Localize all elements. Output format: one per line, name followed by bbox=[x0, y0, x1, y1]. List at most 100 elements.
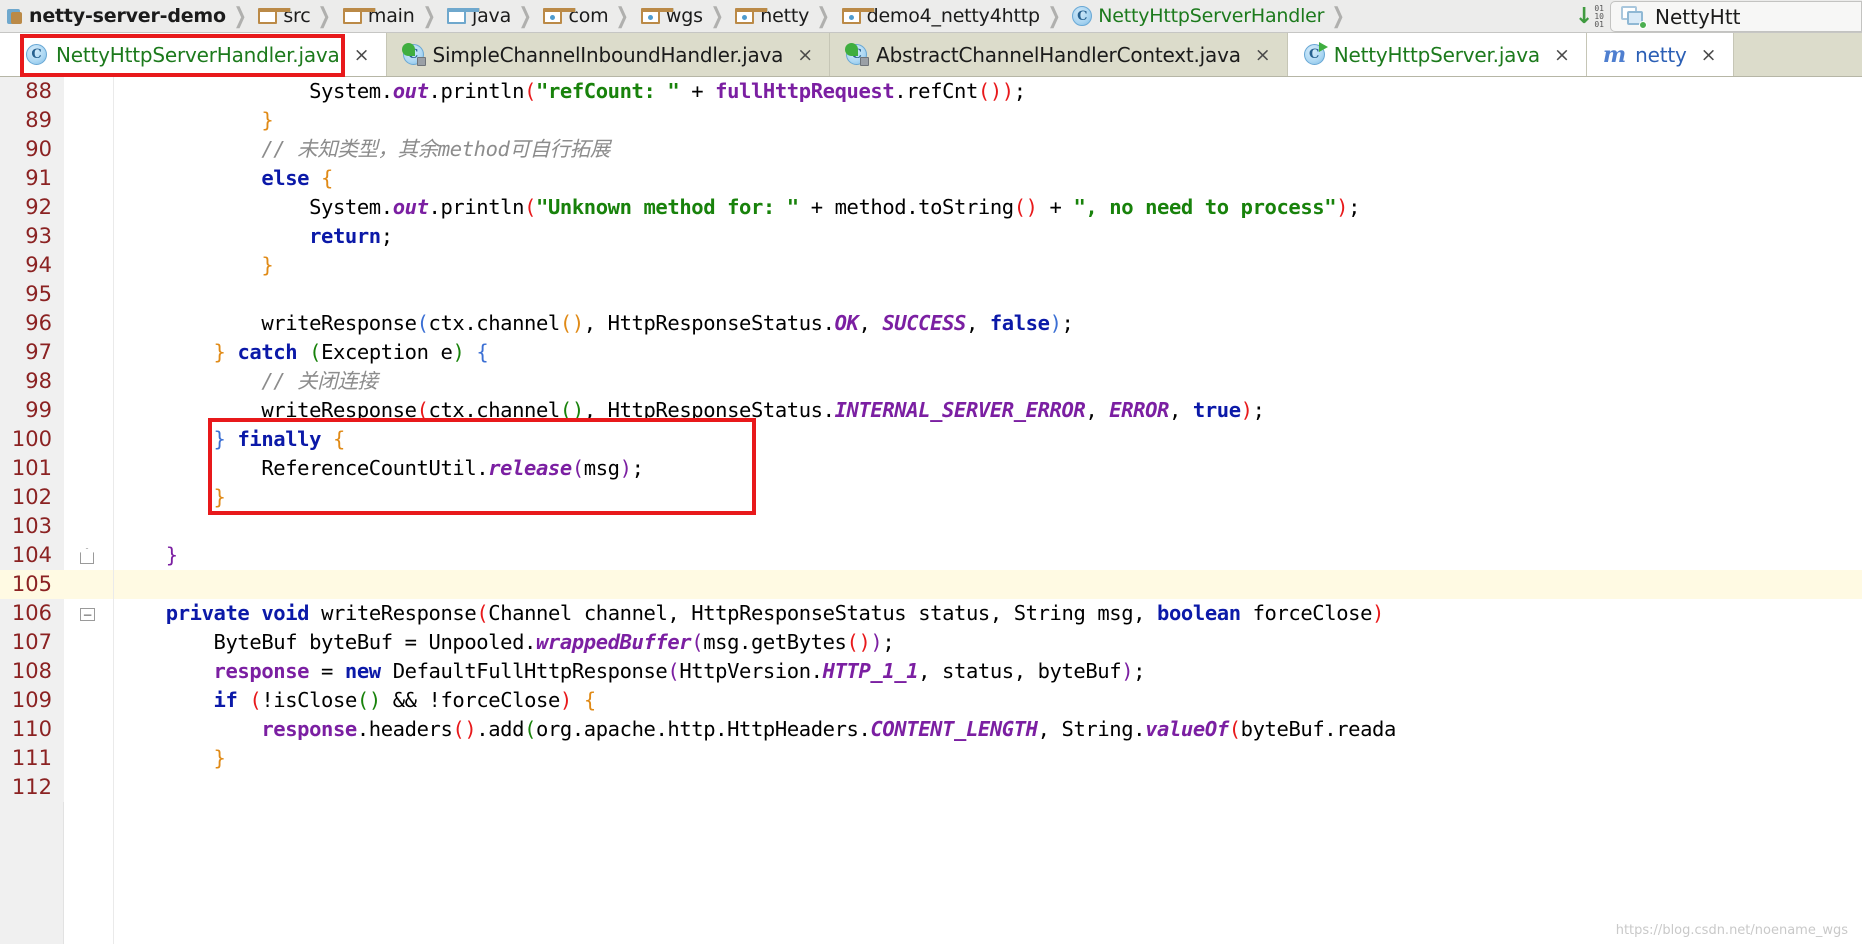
code-text[interactable]: if (!isClose() && !forceClose) { bbox=[114, 686, 1862, 715]
code-line: 99 writeResponse(ctx.channel(), HttpResp… bbox=[0, 396, 1862, 425]
fold-cell[interactable] bbox=[64, 106, 114, 135]
code-line: 88 System.out.println("refCount: " + ful… bbox=[0, 77, 1862, 106]
code-text[interactable]: } bbox=[114, 744, 1862, 773]
fold-cell[interactable] bbox=[64, 657, 114, 686]
tab-close-icon[interactable]: × bbox=[1701, 44, 1717, 66]
code-line: 92 System.out.println("Unknown method fo… bbox=[0, 193, 1862, 222]
breadcrumb-item-wgs[interactable]: wgs bbox=[635, 0, 705, 32]
fold-cell[interactable] bbox=[64, 193, 114, 222]
tab-netty[interactable]: m netty × bbox=[1586, 33, 1734, 76]
fold-cell[interactable] bbox=[64, 164, 114, 193]
code-editor[interactable]: 88 System.out.println("refCount: " + ful… bbox=[0, 77, 1862, 944]
fold-cell[interactable] bbox=[64, 77, 114, 106]
fold-cell[interactable] bbox=[64, 744, 114, 773]
code-text[interactable]: writeResponse(ctx.channel(), HttpRespons… bbox=[114, 309, 1862, 338]
fold-cell[interactable] bbox=[64, 222, 114, 251]
code-text[interactable]: } catch (Exception e) { bbox=[114, 338, 1862, 367]
download-indicator[interactable]: ↓ 01 10 01 bbox=[1575, 3, 1604, 30]
code-text[interactable]: response = new DefaultFullHttpResponse(H… bbox=[114, 657, 1862, 686]
breadcrumb-item-netty[interactable]: netty bbox=[729, 0, 811, 32]
code-text[interactable]: System.out.println("refCount: " + fullHt… bbox=[114, 77, 1862, 106]
fold-cell[interactable] bbox=[64, 454, 114, 483]
fold-cell[interactable] bbox=[64, 512, 114, 541]
tab-close-icon[interactable]: × bbox=[1554, 44, 1570, 66]
fold-cell[interactable] bbox=[64, 367, 114, 396]
breadcrumb-item-nettyhttpserverhandler[interactable]: C NettyHttpServerHandler bbox=[1066, 0, 1326, 32]
breadcrumb-item-netty-server-demo[interactable]: netty-server-demo bbox=[0, 0, 228, 32]
breadcrumb-separator-icon: ❯ bbox=[616, 3, 630, 29]
code-text[interactable]: // 未知类型，其余method可自行拓展 bbox=[114, 135, 1862, 164]
tab-label: SimpleChannelInboundHandler.java bbox=[432, 42, 784, 67]
tab-nettyhttpserverhandler-java[interactable]: C NettyHttpServerHandler.java × bbox=[0, 33, 387, 76]
line-number: 89 bbox=[0, 106, 64, 135]
code-text[interactable]: } bbox=[114, 251, 1862, 280]
fold-cell[interactable] bbox=[64, 628, 114, 657]
code-line: 109 if (!isClose() && !forceClose) { bbox=[0, 686, 1862, 715]
line-number: 111 bbox=[0, 744, 64, 773]
fold-cell[interactable] bbox=[64, 686, 114, 715]
breadcrumb-item-com[interactable]: com bbox=[537, 0, 610, 32]
line-number: 94 bbox=[0, 251, 64, 280]
fold-cell[interactable] bbox=[64, 715, 114, 744]
fold-cell[interactable] bbox=[64, 309, 114, 338]
code-text[interactable]: private void writeResponse(Channel chann… bbox=[114, 599, 1862, 628]
code-text[interactable]: response.headers().add(org.apache.http.H… bbox=[114, 715, 1862, 744]
breadcrumb-item-java[interactable]: java bbox=[441, 0, 513, 32]
code-text[interactable]: } finally { bbox=[114, 425, 1862, 454]
code-text[interactable] bbox=[114, 512, 1862, 541]
maven-module-icon: m bbox=[1602, 41, 1627, 68]
tab-close-icon[interactable]: × bbox=[1255, 44, 1271, 66]
code-text[interactable]: return; bbox=[114, 222, 1862, 251]
fold-cell[interactable] bbox=[64, 425, 114, 454]
code-text[interactable]: ReferenceCountUtil.release(msg); bbox=[114, 454, 1862, 483]
code-text[interactable]: writeResponse(ctx.channel(), HttpRespons… bbox=[114, 396, 1862, 425]
line-number: 103 bbox=[0, 512, 64, 541]
breadcrumb-separator-icon: ❯ bbox=[1047, 3, 1061, 29]
breadcrumb: netty-server-demo ❯ src ❯ main ❯ java ❯ … bbox=[0, 0, 1862, 33]
fold-cell[interactable] bbox=[64, 483, 114, 512]
code-text[interactable]: } bbox=[114, 483, 1862, 512]
tab-label: NettyHttpServerHandler.java bbox=[56, 42, 340, 67]
code-text[interactable] bbox=[114, 280, 1862, 309]
code-text[interactable]: ByteBuf byteBuf = Unpooled.wrappedBuffer… bbox=[114, 628, 1862, 657]
run-configuration-icon bbox=[1621, 5, 1647, 29]
fold-cell[interactable] bbox=[64, 338, 114, 367]
tab-simplechannelinboundhandler-java[interactable]: C SimpleChannelInboundHandler.java × bbox=[387, 33, 831, 76]
fold-collapse-icon[interactable]: − bbox=[80, 608, 95, 621]
line-number: 108 bbox=[0, 657, 64, 686]
line-number: 102 bbox=[0, 483, 64, 512]
line-number: 90 bbox=[0, 135, 64, 164]
code-text[interactable]: } bbox=[114, 541, 1862, 570]
code-line: 104 } bbox=[0, 541, 1862, 570]
code-line: 91 else { bbox=[0, 164, 1862, 193]
code-text[interactable]: // 关闭连接 bbox=[114, 367, 1862, 396]
tab-abstractchannelhandlercontext-java[interactable]: C AbstractChannelHandlerContext.java × bbox=[830, 33, 1288, 76]
fold-cell[interactable] bbox=[64, 570, 114, 599]
breadcrumb-label: demo4_netty4http bbox=[866, 5, 1040, 27]
code-text[interactable]: } bbox=[114, 106, 1862, 135]
java-class-locked-icon: C bbox=[845, 43, 870, 66]
package-icon bbox=[543, 8, 577, 24]
run-configuration-selector[interactable]: NettyHtt bbox=[1610, 1, 1862, 32]
fold-cell[interactable] bbox=[64, 135, 114, 164]
tab-label: AbstractChannelHandlerContext.java bbox=[876, 42, 1241, 67]
fold-cell[interactable] bbox=[64, 251, 114, 280]
code-text[interactable] bbox=[114, 773, 1862, 802]
code-text[interactable] bbox=[114, 570, 1862, 599]
code-text[interactable]: else { bbox=[114, 164, 1862, 193]
breadcrumb-item-main[interactable]: main bbox=[337, 0, 417, 32]
fold-cell[interactable] bbox=[64, 280, 114, 309]
breadcrumb-item-demo4-netty4http[interactable]: demo4_netty4http bbox=[836, 0, 1042, 32]
tab-nettyhttpserver-java[interactable]: C NettyHttpServer.java × bbox=[1287, 33, 1587, 76]
tab-close-icon[interactable]: × bbox=[797, 44, 813, 66]
fold-cell[interactable] bbox=[64, 541, 114, 570]
fold-arrow-icon[interactable] bbox=[80, 548, 94, 564]
tab-close-icon[interactable]: × bbox=[354, 44, 370, 66]
fold-cell[interactable]: − bbox=[64, 599, 114, 628]
breadcrumb-item-src[interactable]: src bbox=[252, 0, 312, 32]
fold-cell[interactable] bbox=[64, 773, 114, 802]
code-line: 90 // 未知类型，其余method可自行拓展 bbox=[0, 135, 1862, 164]
code-text[interactable]: System.out.println("Unknown method for: … bbox=[114, 193, 1862, 222]
code-line-current: 105 bbox=[0, 570, 1862, 599]
fold-cell[interactable] bbox=[64, 396, 114, 425]
